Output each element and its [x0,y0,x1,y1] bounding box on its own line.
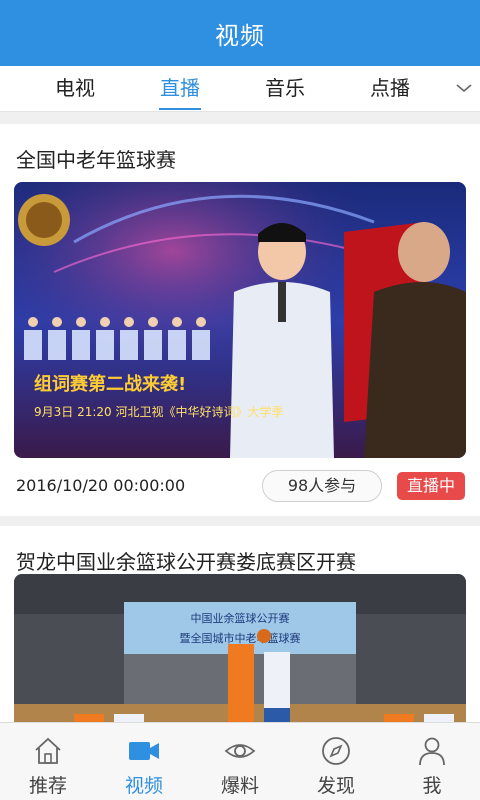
thumbnail-subcaption: 9月3日 21:20 河北卫视《中华好诗词》大学季 [34,404,283,419]
page-title: 视频 [215,21,265,50]
nav-label: 视频 [124,775,163,797]
nav-label: 推荐 [28,775,67,797]
nav-label: 发现 [316,775,355,797]
feed-item[interactable]: 全国中老年篮球赛 组词赛第二战来袭! 9月3日 21:20 河北卫视《中华好诗词… [0,124,480,516]
nav-label: 我 [422,775,442,797]
compass-icon [322,737,350,765]
nav-label: 爆料 [220,775,259,797]
tab-music[interactable]: 音乐 [250,66,320,112]
chevron-down-icon[interactable] [454,78,474,98]
video-thumbnail[interactable]: 组词赛第二战来袭! 9月3日 21:20 河北卫视《中华好诗词》大学季 [14,182,466,458]
video-camera-icon [129,742,159,760]
participants-count[interactable]: 98人参与 [262,470,382,502]
feed-item-title[interactable]: 全国中老年篮球赛 [16,144,176,173]
banner-text: 中国业余篮球公开赛 [191,611,290,625]
home-icon [35,737,61,764]
nav-tipoff[interactable]: 爆料 [192,723,288,800]
broadcast-time: 2016/10/20 00:00:00 [16,476,186,495]
live-badge: 直播中 [397,472,465,500]
thumbnail-caption: 组词赛第二战来袭! [34,373,186,395]
nav-recommend[interactable]: 推荐 [0,723,96,800]
feed-item-title[interactable]: 贺龙中国业余篮球公开赛娄底赛区开赛 [16,546,356,575]
nav-discover[interactable]: 发现 [288,723,384,800]
category-tabs: 电视 直播 音乐 点播 [0,66,480,112]
eye-icon [224,744,256,758]
nav-video[interactable]: 视频 [96,723,192,800]
nav-me[interactable]: 我 [384,723,480,800]
app-header: 视频 [0,0,480,66]
tab-on-demand[interactable]: 点播 [355,66,425,112]
banner-text: 暨全国城市中老年篮球赛 [180,631,301,645]
bottom-nav: 推荐 视频 爆料 发现 我 [0,722,480,800]
person-icon [419,737,445,766]
tab-tv[interactable]: 电视 [40,66,110,112]
tab-live[interactable]: 直播 [145,66,215,112]
